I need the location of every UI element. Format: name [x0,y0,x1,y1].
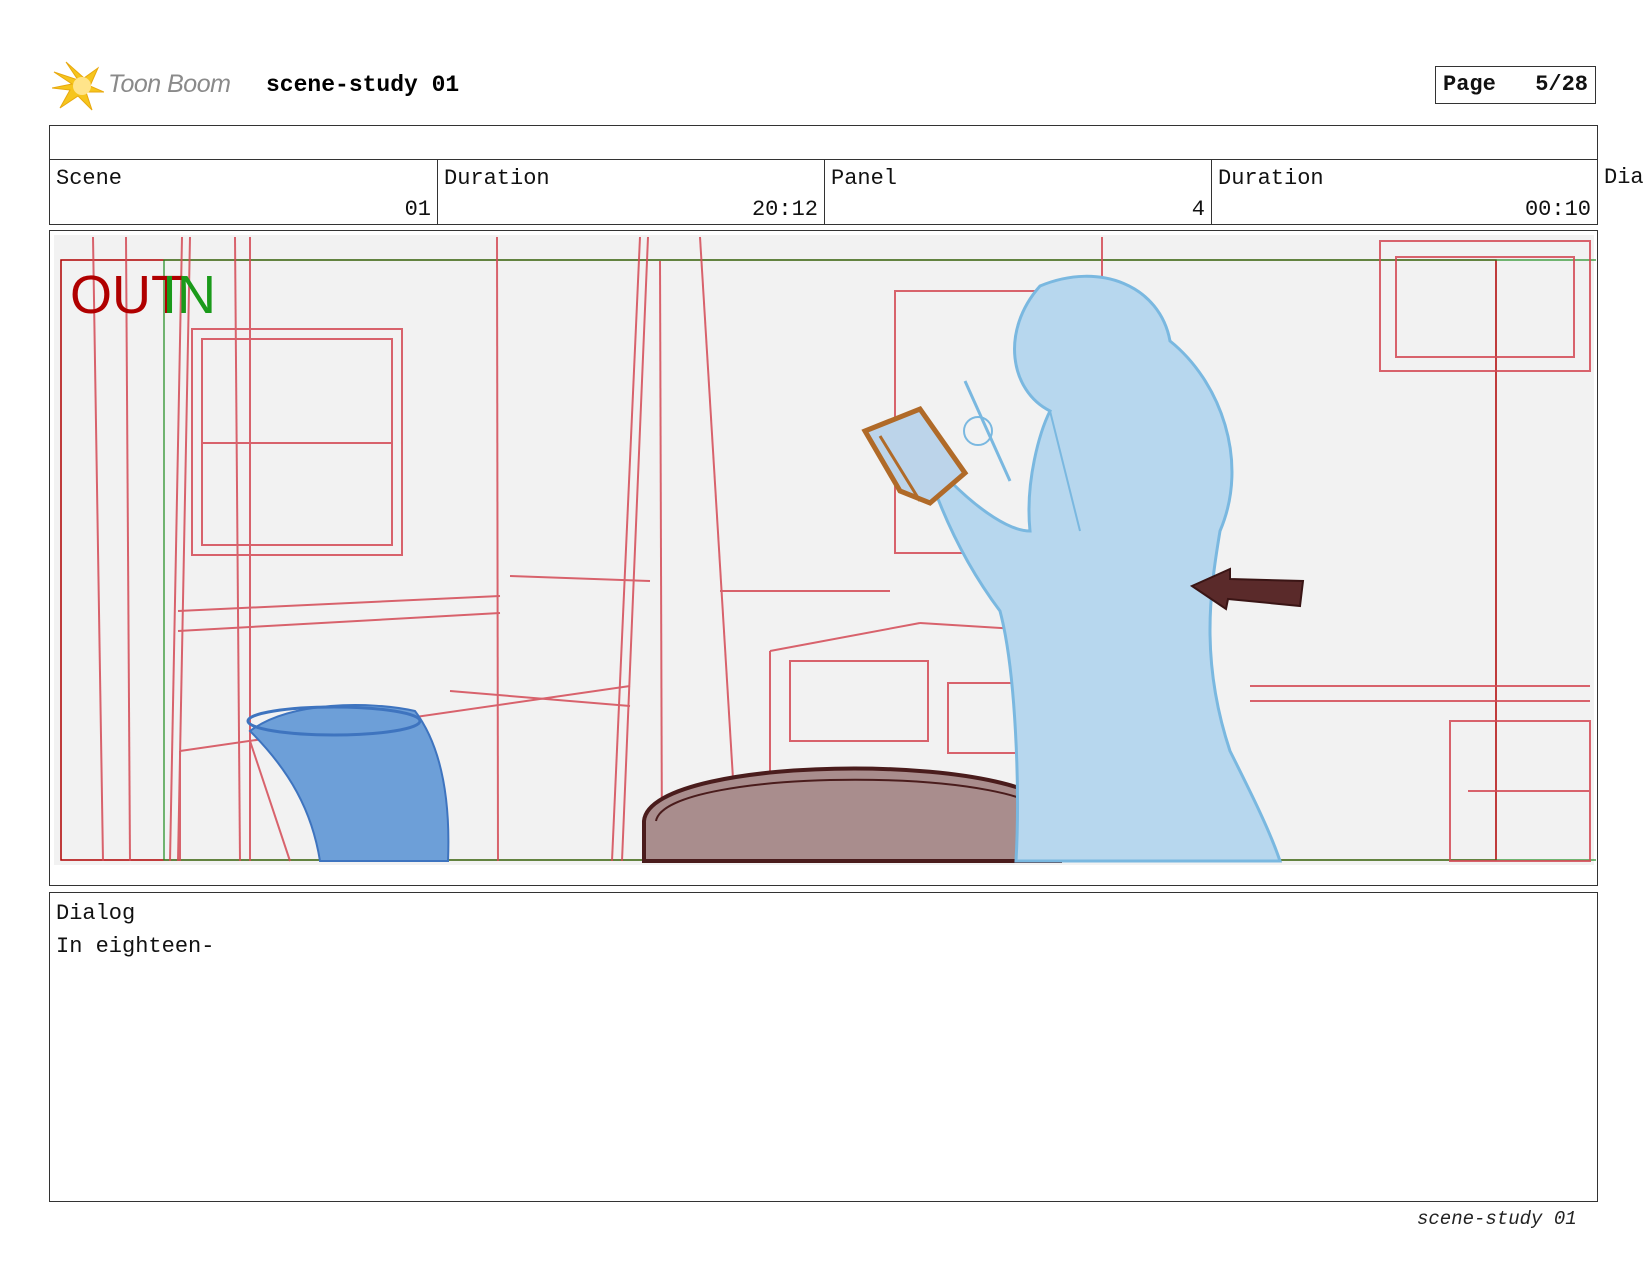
panel-duration-cell: Duration 00:10 [1212,160,1597,224]
scene-label: Scene [56,166,123,191]
toon-boom-logo-icon [52,61,104,111]
dialog-box: Dialog In eighteen- [49,892,1598,1202]
panel-value: 4 [1191,197,1205,222]
panel-label: Panel [831,166,898,191]
panel-info-table: Scene 01 Duration 20:12 Panel 4 Duration… [49,125,1598,225]
page-value: 5/28 [1535,72,1588,97]
panel-duration-value: 00:10 [1524,197,1591,222]
footer-project-title: scene-study 01 [1417,1208,1577,1230]
storyboard-panel: OUT IN [49,230,1598,886]
scene-duration-label: Duration [444,166,550,191]
dialog-text: In eighteen- [56,934,215,959]
scene-value: 01 [404,197,431,222]
panel-sketch: OUT IN [50,231,1597,884]
page-indicator: Page 5/28 [1435,66,1596,104]
page-label: Page [1443,72,1496,97]
panel-cell: Panel 4 [825,160,1212,224]
dialog-column-label-clipped: Dia [1604,165,1644,190]
scene-cell: Scene 01 [50,160,438,224]
header-top-row [50,126,1597,160]
in-marker: IN [162,265,216,325]
brand-name: Toon Boom [108,70,231,98]
panel-duration-label: Duration [1218,166,1324,191]
scene-duration-value: 20:12 [751,197,818,222]
project-title: scene-study 01 [266,72,460,98]
scene-duration-cell: Duration 20:12 [438,160,825,224]
dialog-label: Dialog [56,901,136,926]
